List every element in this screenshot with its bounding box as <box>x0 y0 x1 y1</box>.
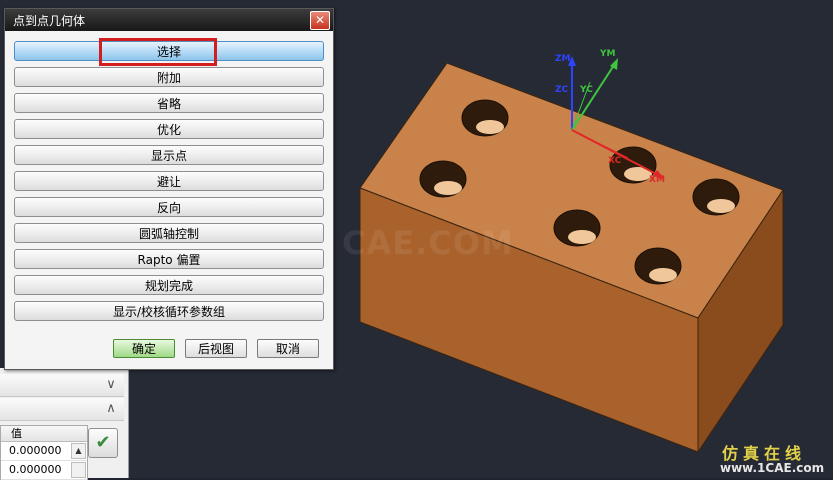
chevron-down-icon[interactable]: ∨ <box>102 376 120 394</box>
ok-button[interactable]: 确定 <box>113 339 175 358</box>
scroll-up-icon[interactable]: ▲ <box>71 443 86 459</box>
scroll-thumb[interactable] <box>71 462 86 478</box>
axis-label-zc: ZC <box>555 85 569 95</box>
option-omit-button[interactable]: 省略 <box>14 93 324 113</box>
axis-label-ym: YM <box>599 49 616 59</box>
back-view-button[interactable]: 后视图 <box>185 339 247 358</box>
option-optimize-button[interactable]: 优化 <box>14 119 324 139</box>
value-row[interactable]: 0.000000 ▲ <box>1 442 87 461</box>
panel-collapse-row[interactable]: ∨ <box>0 374 124 397</box>
dialog-title: 点到点几何体 <box>13 14 86 28</box>
brand-url: www.1CAE.com <box>720 461 825 475</box>
check-icon[interactable]: ✔ <box>88 428 118 458</box>
option-rapto-offset-button[interactable]: Rapto 偏置 <box>14 249 324 269</box>
option-display-check-cycle-params-button[interactable]: 显示/校核循环参数组 <box>14 301 324 321</box>
option-reverse-button[interactable]: 反向 <box>14 197 324 217</box>
point-to-point-dialog: 点到点几何体 ✕ 选择 附加 省略 优化 显示点 避让 反向 圆弧轴控制 Rap… <box>4 8 334 370</box>
value-cell: 0.000000 <box>9 463 62 476</box>
option-display-points-button[interactable]: 显示点 <box>14 145 324 165</box>
dialog-titlebar[interactable]: 点到点几何体 ✕ <box>5 9 333 31</box>
highlight-annotation <box>99 38 217 66</box>
value-row[interactable]: 0.000000 <box>1 461 87 480</box>
axis-label-xc: XC <box>608 156 622 166</box>
axis-label-yc: YC <box>579 85 593 95</box>
watermark: CAE.COM <box>342 224 514 262</box>
side-panel: ∨ ∧ 值 0.000000 ▲ 0.000000 ✔ <box>0 368 129 480</box>
value-header: 值 <box>1 426 87 442</box>
close-icon[interactable]: ✕ <box>310 11 330 30</box>
option-avoid-button[interactable]: 避让 <box>14 171 324 191</box>
value-cell: 0.000000 <box>9 444 62 457</box>
cancel-button[interactable]: 取消 <box>257 339 319 358</box>
option-append-button[interactable]: 附加 <box>14 67 324 87</box>
axis-label-zm: ZM <box>555 54 571 64</box>
option-arc-axis-control-button[interactable]: 圆弧轴控制 <box>14 223 324 243</box>
value-grid: 值 0.000000 ▲ 0.000000 <box>0 425 88 480</box>
chevron-up-icon[interactable]: ∧ <box>102 400 120 418</box>
axis-label-xm: XM <box>649 175 665 185</box>
panel-expand-row[interactable]: ∧ <box>0 398 124 421</box>
option-planning-complete-button[interactable]: 规划完成 <box>14 275 324 295</box>
